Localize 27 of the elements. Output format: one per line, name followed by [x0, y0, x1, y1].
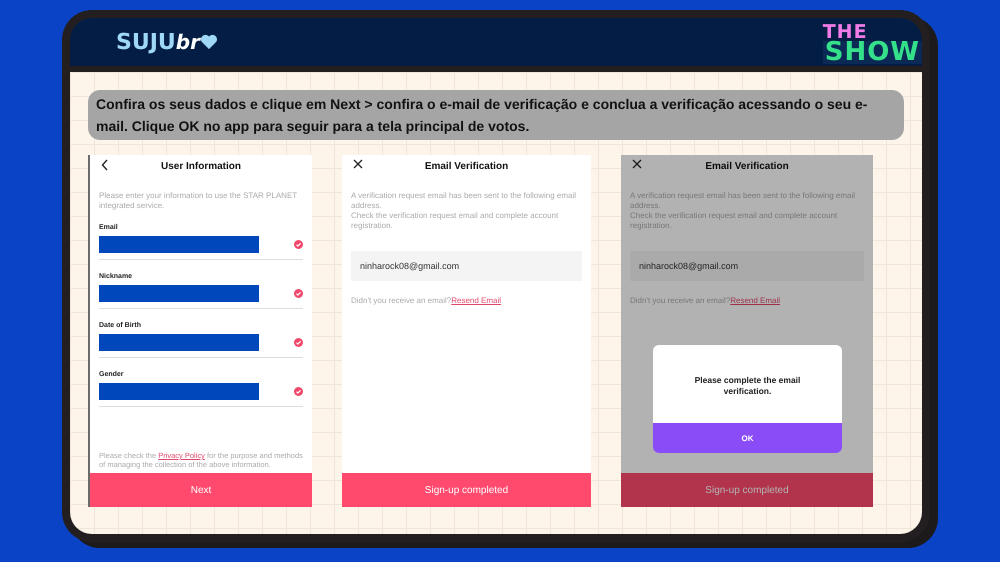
instruction-text: Confira os seus dados e clique em Next > confira o e-mail de verificação e conclua a verificação acessando o seu e-mail. Clique OK no app para seguir para a tela principal de votos.	[88, 90, 904, 140]
email-field[interactable]: ninharock08@gmail.com	[351, 251, 582, 281]
sign-up-button[interactable]: Sign-up completed	[621, 473, 873, 507]
intro-text: A verification request email has been sent to the following email address. Check the verification request email and complete account registration.	[351, 191, 578, 231]
redacted-field[interactable]	[99, 383, 259, 400]
resend-email-link[interactable]: Resend Email	[451, 296, 502, 305]
email-field[interactable]: ninharock08@gmail.com	[630, 251, 864, 281]
screen-title: User Information	[160, 160, 241, 172]
next-button[interactable]: Next	[90, 473, 312, 507]
intro-text: A verification request email has been sent to the following email address. Check the verification request email and complete account registration.	[630, 191, 856, 231]
site-logo: SUJUbr	[116, 30, 218, 54]
redacted-field[interactable]	[99, 236, 259, 253]
resend-text: Didn't you receive an email?Resend Email	[351, 296, 502, 305]
ok-button[interactable]: OK	[653, 423, 842, 453]
redacted-field[interactable]	[99, 285, 259, 302]
back-icon[interactable]	[101, 159, 109, 171]
close-icon[interactable]	[632, 159, 642, 169]
dialog-message: Please complete the email verification.	[694, 374, 802, 398]
redacted-field[interactable]	[99, 334, 259, 351]
resend-email-link[interactable]: Resend Email	[730, 296, 780, 305]
close-icon[interactable]	[353, 159, 363, 169]
screen-title: Email Verification	[705, 160, 789, 172]
intro-text: Please enter your information to use the STAR PLANET integrated service.	[99, 191, 298, 211]
resend-text: Didn't you receive an email?Resend Email	[630, 296, 782, 305]
screen-title: Email Verification	[424, 160, 508, 172]
sign-up-button[interactable]: Sign-up completed	[342, 473, 591, 507]
show-logo: THE SHOW	[822, 24, 922, 64]
